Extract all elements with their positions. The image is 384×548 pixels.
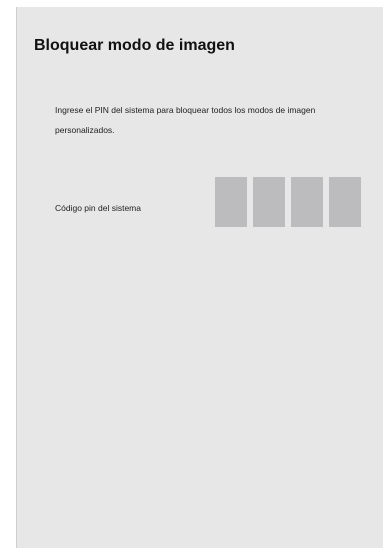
pin-input-group: [215, 177, 361, 227]
pin-digit-4[interactable]: [329, 177, 361, 227]
pin-digit-3[interactable]: [291, 177, 323, 227]
pin-label: Código pin del sistema: [55, 203, 141, 213]
page-title: Bloquear modo de imagen: [34, 37, 235, 54]
instruction-text: Ingrese el PIN del sistema para bloquear…: [55, 105, 316, 135]
pin-digit-2[interactable]: [253, 177, 285, 227]
lock-picture-mode-panel: Bloquear modo de imagen Ingrese el PIN d…: [16, 7, 383, 548]
pin-digit-1[interactable]: [215, 177, 247, 227]
